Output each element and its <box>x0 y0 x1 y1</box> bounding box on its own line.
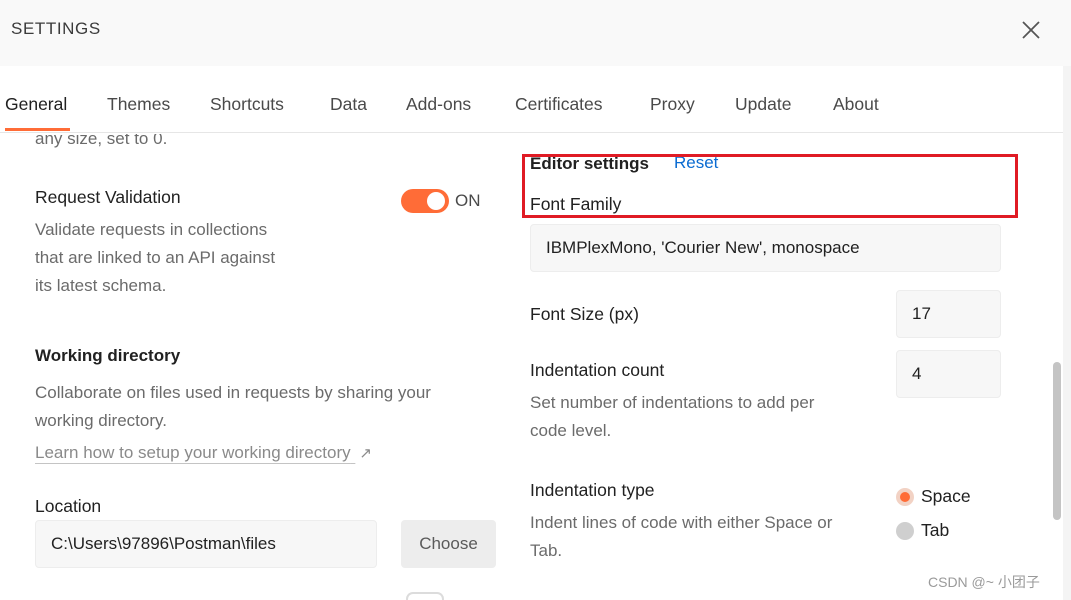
indentation-tab-label[interactable]: Tab <box>921 520 949 541</box>
settings-tabs: General Themes Shortcuts Data Add-ons Ce… <box>0 66 1063 133</box>
indentation-count-label: Indentation count <box>530 360 665 380</box>
font-family-input[interactable]: IBMPlexMono, 'Courier New', monospace <box>530 224 1001 272</box>
request-validation-desc-1: Validate requests in collections <box>35 220 268 239</box>
indentation-space-label[interactable]: Space <box>921 486 971 507</box>
request-validation-label: Request Validation <box>35 187 181 207</box>
working-directory-desc-2: working directory. <box>35 411 167 430</box>
request-validation-desc-2: that are linked to an API against <box>35 248 276 267</box>
tab-general[interactable]: General <box>5 94 67 115</box>
choose-location-button[interactable]: Choose <box>401 520 496 568</box>
watermark: CSDN @~ 小团子 <box>928 574 1040 590</box>
indentation-count-desc-1: Set number of indentations to add per <box>530 393 815 412</box>
indentation-type-label: Indentation type <box>530 480 655 500</box>
indentation-type-desc-2: Tab. <box>530 541 563 560</box>
close-button[interactable] <box>1018 17 1044 43</box>
title-bar: SETTINGS <box>0 0 1071 66</box>
font-size-label: Font Size (px) <box>530 304 639 324</box>
truncated-description: any size, set to 0. <box>35 134 168 148</box>
tab-data[interactable]: Data <box>330 94 367 115</box>
request-validation-toggle[interactable] <box>401 189 449 213</box>
location-label: Location <box>35 496 102 516</box>
tab-about[interactable]: About <box>833 94 879 115</box>
tab-certificates[interactable]: Certificates <box>515 94 603 115</box>
indentation-count-input[interactable]: 4 <box>896 350 1001 398</box>
font-size-input[interactable]: 17 <box>896 290 1001 338</box>
partial-toggle[interactable] <box>406 592 444 600</box>
tab-shortcuts[interactable]: Shortcuts <box>210 94 284 115</box>
font-size-highlight-box <box>522 154 1018 218</box>
tab-add-ons[interactable]: Add-ons <box>406 94 471 115</box>
working-directory-desc-1: Collaborate on files used in requests by… <box>35 383 431 402</box>
external-link-icon: ↗ <box>359 445 372 462</box>
request-validation-desc-3: its latest schema. <box>35 276 167 295</box>
active-tab-indicator <box>5 128 70 131</box>
tab-themes[interactable]: Themes <box>107 94 170 115</box>
indentation-space-radio[interactable] <box>896 488 914 506</box>
close-icon <box>1022 21 1040 39</box>
indentation-type-desc-1: Indent lines of code with either Space o… <box>530 513 833 532</box>
toggle-knob <box>427 192 445 210</box>
background-window-edge <box>1063 66 1071 600</box>
window-title: SETTINGS <box>11 19 101 38</box>
working-directory-heading: Working directory <box>35 346 181 365</box>
indentation-count-desc-2: code level. <box>530 421 612 440</box>
toggle-state-label: ON <box>455 191 481 210</box>
location-input[interactable]: C:\Users\97896\Postman\files <box>35 520 377 568</box>
working-directory-help-link[interactable]: Learn how to setup your working director… <box>35 443 372 463</box>
working-directory-help-link-text: Learn how to setup your working director… <box>35 443 351 462</box>
scrollbar-thumb[interactable] <box>1053 362 1061 520</box>
tab-proxy[interactable]: Proxy <box>650 94 695 115</box>
tab-update[interactable]: Update <box>735 94 791 115</box>
indentation-tab-radio[interactable] <box>896 522 914 540</box>
